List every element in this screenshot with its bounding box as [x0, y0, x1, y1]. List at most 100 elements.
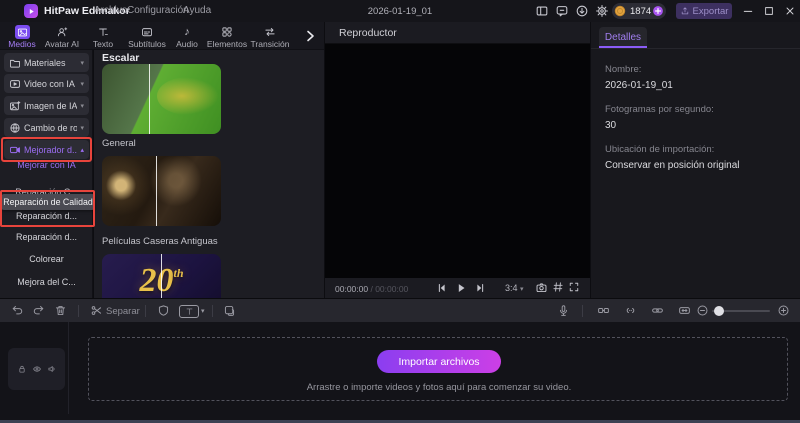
caret-down-icon: ▾ [80, 59, 84, 67]
window-minimize-button[interactable] [742, 5, 754, 17]
tabs-overflow-chevron-right-icon[interactable] [302, 28, 318, 44]
titlebar: HitPaw Edimakor Archivo Configuración Ay… [0, 0, 800, 22]
video-ai-icon [9, 78, 21, 90]
fullscreen-icon[interactable] [568, 281, 582, 295]
lock-track-icon[interactable] [17, 364, 27, 374]
feedback-message-icon[interactable] [555, 4, 569, 18]
sidebar-item-mejorador[interactable]: Mejorador d... ▴ [4, 140, 89, 159]
undo-icon[interactable] [11, 304, 24, 317]
zoom-out-icon[interactable] [696, 304, 709, 317]
library-section-title: Escalar [102, 52, 140, 64]
field-value-fps: 30 [605, 120, 617, 131]
text-tool-caret-down-icon[interactable]: ▾ [201, 307, 205, 315]
media-drop-zone[interactable]: Importar archivos Arrastre o importe vid… [88, 337, 788, 401]
layout-panels-icon[interactable] [535, 4, 549, 18]
snapshot-camera-icon[interactable] [535, 281, 549, 295]
sidebar-subitem-colorear[interactable]: Colorear [0, 254, 93, 264]
field-label-nombre: Nombre: [605, 64, 642, 75]
project-title: 2026-01-19_01 [367, 6, 433, 17]
export-button[interactable]: Exportar [676, 3, 732, 19]
sidebar-subitem-mejorar-con-ia[interactable]: Mejorar con IA [0, 160, 93, 170]
download-icon[interactable] [575, 4, 589, 18]
timeline-toolbar: Separar ▾ [0, 298, 800, 322]
sidebar-item-materiales[interactable]: Materiales ▾ [4, 53, 89, 72]
sidebar-subitem-reparacion-2[interactable]: Reparación d... [0, 232, 93, 242]
coin-icon [614, 5, 626, 17]
sidebar-subitem-reparacion-covered[interactable]: Reparación C... [0, 186, 93, 194]
player-title: Reproductor [339, 27, 397, 39]
microphone-record-icon[interactable] [557, 304, 570, 317]
face-swap-icon [9, 122, 21, 134]
previous-frame-button[interactable] [435, 281, 449, 295]
track-header [8, 348, 65, 390]
zoom-in-icon[interactable] [777, 304, 790, 317]
sidebar-item-cambio-de-rostro[interactable]: Cambio de ro... ▾ [4, 118, 89, 137]
tab-transicion[interactable]: Transición [244, 22, 296, 50]
sidebar-subitem-mejora-del-c[interactable]: Mejora del C... [0, 277, 93, 287]
library-thumbnail-20th[interactable]: 20th [102, 254, 221, 298]
divider [212, 305, 213, 317]
caret-down-icon: ▾ [520, 286, 524, 293]
split-scissors-icon[interactable] [90, 304, 103, 317]
window-maximize-button[interactable] [763, 5, 775, 17]
tab-medios[interactable]: Medios [0, 22, 44, 50]
mute-track-speaker-icon[interactable] [47, 364, 57, 374]
next-frame-button[interactable] [473, 281, 487, 295]
upload-icon [681, 7, 688, 15]
app-window: HitPaw Edimakor Archivo Configuración Ay… [0, 0, 800, 423]
tab-texto[interactable]: Texto [81, 22, 125, 50]
before-after-divider [149, 64, 150, 134]
hide-track-eye-icon[interactable] [32, 364, 42, 374]
menu-ayuda[interactable]: Ayuda [183, 5, 211, 16]
tab-detalles[interactable]: Detalles [599, 27, 647, 48]
field-label-ubicacion: Ubicación de importación: [605, 144, 715, 155]
avatar-person-icon [55, 25, 70, 39]
track-link-icon[interactable] [597, 304, 610, 317]
sidebar: Materiales ▾ Video con IA ▾ Imagen de IA… [0, 50, 95, 298]
timeline-zoom-slider-knob[interactable] [714, 306, 724, 316]
add-credits-button[interactable] [652, 5, 664, 17]
library-thumbnail-peliculas[interactable] [102, 156, 221, 226]
magnet-snap-icon[interactable] [624, 304, 637, 317]
caret-down-icon: ▾ [80, 124, 84, 132]
drop-zone-hint: Arrastre o importe videos y fotos aquí p… [306, 382, 572, 393]
divider [78, 305, 79, 317]
sidebar-item-imagen-de-ia[interactable]: Imagen de IA ▾ [4, 96, 89, 115]
chain-link-icon[interactable] [651, 304, 664, 317]
divider [145, 305, 146, 317]
library-panel: Escalar General Películas Caseras Antigu… [94, 50, 324, 298]
text-tool-icon[interactable] [179, 305, 199, 318]
tooltip-reparacion-de-calidad: Reparación de Calidad [1, 194, 95, 210]
divider [582, 305, 583, 317]
window-close-button[interactable] [784, 5, 796, 17]
auto-fit-timeline-icon[interactable] [678, 304, 691, 317]
tab-avatar-ai[interactable]: Avatar AI [40, 22, 84, 50]
track-header-divider [68, 322, 69, 414]
player-video-canvas [325, 44, 590, 278]
settings-gear-icon[interactable] [595, 4, 609, 18]
grid-overlay-icon[interactable] [552, 281, 566, 295]
import-files-button[interactable]: Importar archivos [377, 350, 501, 373]
timeline-area: Importar archivos Arrastre o importe vid… [0, 322, 800, 423]
aspect-ratio-selector[interactable]: 3:4 ▾ [505, 283, 524, 293]
folder-icon [9, 57, 21, 69]
caret-up-icon: ▴ [80, 146, 84, 154]
split-label[interactable]: Separar [106, 306, 140, 317]
credits-badge: 1874 [612, 3, 666, 19]
library-thumbnail-general[interactable] [102, 64, 221, 134]
delete-trash-icon[interactable] [54, 304, 67, 317]
play-button[interactable] [454, 281, 468, 295]
enhancer-camera-icon [9, 144, 21, 156]
field-label-fps: Fotogramas por segundo: [605, 104, 714, 115]
caret-down-icon: ▾ [80, 80, 84, 88]
mask-shield-icon[interactable] [157, 304, 170, 317]
sidebar-item-video-con-ia[interactable]: Video con IA ▾ [4, 74, 89, 93]
menu-configuracion[interactable]: Configuración [127, 5, 189, 16]
image-ai-icon [9, 100, 21, 112]
captions-icon [140, 25, 155, 39]
menu-archivo[interactable]: Archivo [94, 5, 127, 16]
duplicate-copy-icon[interactable] [223, 304, 236, 317]
sidebar-subitem-reparacion-1[interactable]: Reparación d... [0, 211, 93, 221]
player-panel: Reproductor 00:00:00 / 00:00:00 3:4 ▾ [325, 22, 590, 298]
redo-icon[interactable] [32, 304, 45, 317]
